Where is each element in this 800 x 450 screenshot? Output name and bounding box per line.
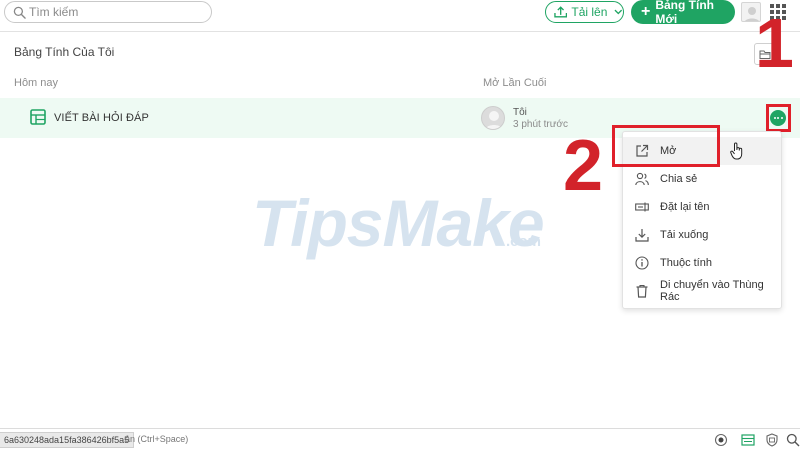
page-title: Bảng Tính Của Tôi [14, 45, 115, 59]
menu-item-label: Thuộc tính [660, 257, 712, 269]
search-icon[interactable] [786, 433, 800, 447]
menu-item-share[interactable]: Chia sẻ [623, 165, 781, 193]
new-spreadsheet-button[interactable]: + Bảng Tính Mới [631, 0, 735, 26]
new-spreadsheet-label: Bảng Tính Mới [655, 0, 715, 26]
upload-button[interactable]: Tải lên [545, 1, 624, 23]
search-box[interactable] [4, 1, 212, 23]
search-input[interactable] [29, 4, 205, 20]
watermark-logo: TipsMake .com [252, 186, 545, 260]
hand-cursor-icon [730, 142, 743, 160]
sheet-tab-icon[interactable] [741, 433, 755, 447]
last-opened-time: 3 phút trước [513, 119, 568, 130]
top-bar: Tải lên + Bảng Tính Mới [0, 0, 800, 32]
chevron-down-icon [614, 9, 623, 15]
callout-step-2: 2 [563, 126, 604, 206]
share-people-icon [635, 172, 649, 186]
search-icon [13, 6, 26, 19]
file-name[interactable]: VIẾT BÀI HỎI ĐÁP [54, 112, 149, 124]
menu-item-label: Di chuyển vào Thùng Rác [660, 279, 764, 303]
status-url: 6a630248ada15fa386426bf5a5 [0, 432, 135, 448]
menu-item-label: Chia sẻ [660, 173, 698, 185]
menu-item-move-to-trash[interactable]: Di chuyển vào Thùng Rác [623, 277, 781, 305]
callout-highlight-more-button [766, 104, 791, 132]
menu-item-properties[interactable]: Thuộc tính [623, 249, 781, 277]
owner-avatar [481, 106, 505, 130]
person-icon [485, 111, 503, 129]
rename-icon [635, 202, 649, 212]
upload-icon [554, 6, 568, 18]
column-header-today: Hôm nay [14, 77, 59, 89]
svg-text:TipsMake: TipsMake [252, 186, 544, 260]
owner-name: Tôi [513, 107, 527, 118]
download-icon [635, 229, 649, 242]
plus-icon: + [641, 3, 651, 20]
callout-step-1: 1 [755, 4, 794, 82]
menu-item-rename[interactable]: Đặt lại tên [623, 193, 781, 221]
record-icon[interactable] [714, 433, 728, 447]
callout-highlight-open [612, 125, 720, 167]
spreadsheet-icon [30, 109, 46, 125]
status-hint: ản (Ctrl+Space) [125, 434, 189, 444]
menu-item-label: Đặt lại tên [660, 201, 710, 213]
trash-icon [636, 284, 648, 298]
info-icon [635, 256, 649, 270]
svg-text:.com: .com [506, 233, 541, 250]
shield-icon[interactable] [765, 433, 779, 447]
status-bar: 6a630248ada15fa386426bf5a5 ản (Ctrl+Spac… [0, 428, 800, 450]
column-header-last-opened[interactable]: Mở Lần Cuối [483, 77, 546, 89]
menu-item-download[interactable]: Tải xuống [623, 221, 781, 249]
upload-label: Tải lên [571, 5, 608, 19]
menu-item-label: Tải xuống [660, 229, 709, 241]
